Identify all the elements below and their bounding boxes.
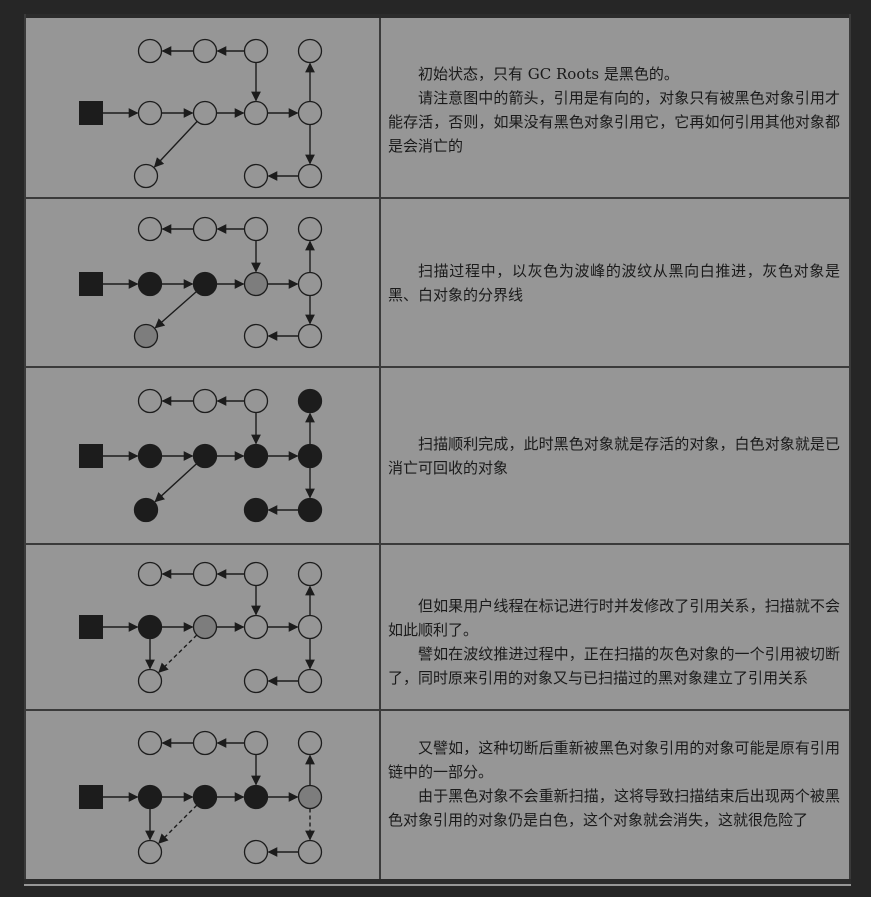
paragraph: 扫描过程中，以灰色为波峰的波纹从黑向白推进，灰色对象是黑、白对象的分界线 xyxy=(388,262,840,304)
object-node-black xyxy=(192,784,218,810)
table-right-rule xyxy=(849,14,851,884)
object-node-white xyxy=(297,730,323,756)
object-node-white xyxy=(297,839,323,865)
paragraph: 初始状态，只有 GC Roots 是黑色的。 xyxy=(418,65,679,83)
object-node-white xyxy=(297,100,323,126)
object-node-white xyxy=(137,388,163,414)
object-node-black xyxy=(192,271,218,297)
object-node-white xyxy=(137,100,163,126)
reference-arrow xyxy=(153,120,198,168)
object-node-white xyxy=(243,216,269,242)
object-node-black xyxy=(137,614,163,640)
object-node-white xyxy=(297,561,323,587)
row-description-concurrent-cut: 但如果用户线程在标记进行时并发修改了引用关系，扫描就不会如此顺利了。 譬如在波纹… xyxy=(388,594,840,690)
object-graph-concurrent-cut xyxy=(79,561,323,694)
paragraph: 由于黑色对象不会重新扫描，这将导致扫描结束后出现两个被黑色对象引用的对象仍是白色… xyxy=(388,787,840,829)
object-node-black xyxy=(297,497,323,523)
object-node-white xyxy=(243,839,269,865)
object-node-white xyxy=(192,100,218,126)
object-node-black xyxy=(297,443,323,469)
object-node-white xyxy=(137,561,163,587)
object-node-black xyxy=(243,497,269,523)
gc-root-object xyxy=(79,101,103,125)
object-node-black xyxy=(137,271,163,297)
object-node-white xyxy=(137,38,163,64)
object-node-white xyxy=(192,38,218,64)
object-node-white xyxy=(137,216,163,242)
object-node-black xyxy=(192,443,218,469)
object-node-white xyxy=(297,216,323,242)
reference-arrow xyxy=(154,291,197,329)
row-description-initial: 初始状态，只有 GC Roots 是黑色的。 请注意图中的箭头，引用是有向的，对… xyxy=(388,62,840,158)
gc-root-object xyxy=(79,272,103,296)
object-node-white xyxy=(133,163,159,189)
object-node-white xyxy=(243,323,269,349)
object-node-white xyxy=(297,271,323,297)
column-divider xyxy=(379,18,381,879)
paragraph: 扫描顺利完成，此时黑色对象就是存活的对象，白色对象就是已消亡可回收的对象 xyxy=(388,435,840,477)
paragraph: 请注意图中的箭头，引用是有向的，对象只有被黑色对象引用才能存活，否则，如果没有黑… xyxy=(388,89,840,155)
object-node-white xyxy=(243,614,269,640)
new-reference-arrow-dashed xyxy=(158,804,198,844)
object-graph-complete xyxy=(79,388,323,523)
row-description-complete: 扫描顺利完成，此时黑色对象就是存活的对象，白色对象就是已消亡可回收的对象 xyxy=(388,432,840,480)
object-node-black xyxy=(137,784,163,810)
gc-tricolor-table: 初始状态，只有 GC Roots 是黑色的。 请注意图中的箭头，引用是有向的，对… xyxy=(24,14,851,886)
object-node-black xyxy=(297,388,323,414)
object-node-white xyxy=(243,668,269,694)
object-node-white xyxy=(297,163,323,189)
table-bottom-rule xyxy=(24,879,851,884)
row-description-object-lost: 又譬如，这种切断后重新被黑色对象引用的对象可能是原有引用链中的一部分。 由于黑色… xyxy=(388,736,840,832)
object-graph-scanning xyxy=(79,216,323,349)
object-node-black xyxy=(243,443,269,469)
object-node-gray xyxy=(297,784,323,810)
object-node-black xyxy=(243,784,269,810)
paragraph: 譬如在波纹推进过程中，正在扫描的灰色对象的一个引用被切断了，同时原来引用的对象又… xyxy=(388,645,840,687)
object-node-gray xyxy=(133,323,159,349)
object-node-gray xyxy=(192,614,218,640)
object-node-white xyxy=(243,163,269,189)
new-reference-arrow-dashed xyxy=(158,634,198,673)
object-node-white xyxy=(243,561,269,587)
object-node-white xyxy=(192,388,218,414)
object-node-white xyxy=(137,668,163,694)
object-node-white xyxy=(243,38,269,64)
gc-root-object xyxy=(79,615,103,639)
object-graph-object-lost xyxy=(79,730,323,865)
object-graph-initial xyxy=(79,38,323,189)
object-node-white xyxy=(297,614,323,640)
object-node-gray xyxy=(243,271,269,297)
paragraph: 又譬如，这种切断后重新被黑色对象引用的对象可能是原有引用链中的一部分。 xyxy=(388,739,840,781)
object-node-white xyxy=(243,100,269,126)
object-node-white xyxy=(243,388,269,414)
paragraph: 但如果用户线程在标记进行时并发修改了引用关系，扫描就不会如此顺利了。 xyxy=(388,597,840,639)
reference-arrow xyxy=(154,463,197,503)
object-node-white xyxy=(297,38,323,64)
gc-root-object xyxy=(79,444,103,468)
object-node-white xyxy=(192,216,218,242)
object-node-white xyxy=(192,561,218,587)
object-node-black xyxy=(133,497,159,523)
object-node-white xyxy=(297,668,323,694)
gc-root-object xyxy=(79,785,103,809)
row-description-scanning: 扫描过程中，以灰色为波峰的波纹从黑向白推进，灰色对象是黑、白对象的分界线 xyxy=(388,259,840,307)
object-node-white xyxy=(243,730,269,756)
object-node-white xyxy=(192,730,218,756)
object-node-white xyxy=(137,730,163,756)
object-node-black xyxy=(137,443,163,469)
object-node-white xyxy=(297,323,323,349)
object-node-white xyxy=(137,839,163,865)
